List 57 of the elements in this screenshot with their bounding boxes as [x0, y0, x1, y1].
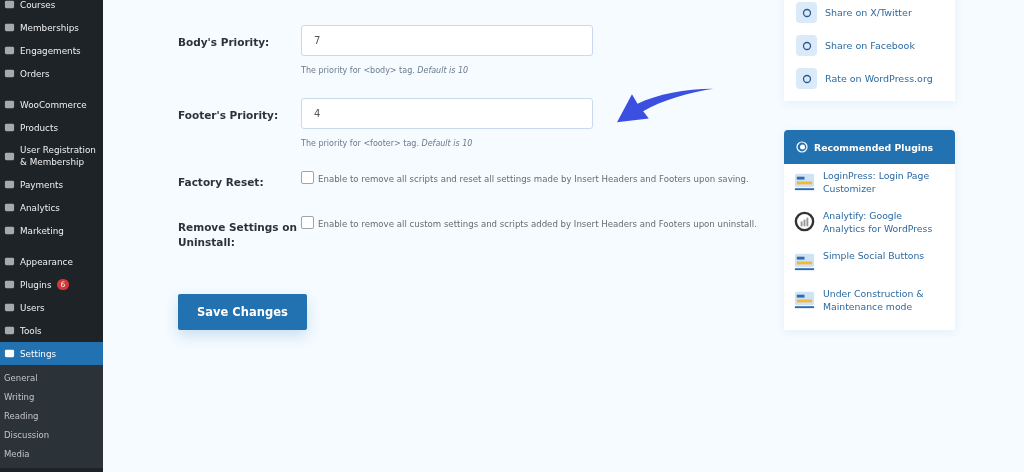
- checkbox[interactable]: [301, 171, 314, 184]
- sidebar-item[interactable]: User Registration & Membership: [0, 139, 103, 173]
- share-link[interactable]: Rate on WordPress.org: [796, 62, 943, 95]
- checkbox-description: Enable to remove all custom settings and scripts added by Insert Headers and Footers upon uninstall.: [301, 216, 771, 231]
- menu-icon: [4, 99, 15, 110]
- plugin-link[interactable]: LoginPress: Login Page Customizer: [784, 164, 955, 204]
- field-label: Factory Reset:: [178, 175, 265, 190]
- sidebar-item[interactable]: Users: [0, 296, 103, 319]
- sidebar-item[interactable]: Analytics: [0, 196, 103, 219]
- sidebar-item[interactable]: WooCommerce: [0, 93, 103, 116]
- field-label: Remove Settings on Uninstall:: [178, 220, 298, 250]
- menu-icon: [4, 68, 15, 79]
- sidebar-item[interactable]: Tools: [0, 319, 103, 342]
- menu-icon: [4, 202, 15, 213]
- sidebar-item[interactable]: Engagements: [0, 39, 103, 62]
- help-text: The priority for <footer> tag. Default is 10: [301, 139, 474, 148]
- plugin-link[interactable]: Simple Social Buttons: [784, 244, 955, 282]
- sidebar-item[interactable]: Products: [0, 116, 103, 139]
- menu-icon: [4, 302, 15, 313]
- sidebar-item[interactable]: Appearance: [0, 250, 103, 273]
- plugin-link[interactable]: Under Construction & Maintenance mode: [784, 282, 955, 322]
- share-link[interactable]: Share on Facebook: [796, 29, 943, 62]
- sidebar-item[interactable]: Payments: [0, 173, 103, 196]
- submenu-item[interactable]: Reading: [0, 407, 103, 426]
- input-field[interactable]: 7: [301, 25, 593, 56]
- help-text: The priority for <body> tag. Default is 10: [301, 66, 470, 75]
- menu-icon: [4, 122, 15, 133]
- menu-icon: [4, 22, 15, 33]
- menu-icon: [4, 325, 15, 336]
- sidebar-item[interactable]: Settings: [0, 342, 103, 365]
- menu-icon: [4, 45, 15, 56]
- save-button[interactable]: Save Changes: [178, 294, 307, 330]
- menu-icon: [4, 179, 15, 190]
- menu-icon: [4, 0, 15, 10]
- field-label: Footer's Priority:: [178, 108, 280, 123]
- chart-circle-icon: [793, 210, 816, 233]
- plugin-circle-icon: [796, 141, 808, 153]
- plugin-link[interactable]: Analytify: Google Analytics for WordPress: [784, 204, 955, 244]
- menu-icon: [4, 150, 15, 162]
- submenu-item[interactable]: Writing: [0, 388, 103, 407]
- sidebar-item[interactable]: Courses: [0, 0, 103, 16]
- submenu-item[interactable]: Media: [0, 445, 103, 464]
- checkbox-description: Enable to remove all scripts and reset all settings made by Insert Headers and Footers upon saving.: [301, 171, 771, 186]
- sidebar-item[interactable]: Orders: [0, 62, 103, 85]
- submenu-item[interactable]: General: [0, 369, 103, 388]
- input-field[interactable]: 4: [301, 98, 593, 129]
- field-label: Body's Priority:: [178, 35, 271, 50]
- recommended-plugins-header: Recommended Plugins: [784, 130, 955, 164]
- menu-icon: [4, 225, 15, 236]
- submenu-item[interactable]: Discussion: [0, 426, 103, 445]
- share-link[interactable]: Share on X/Twitter: [796, 0, 943, 29]
- checkbox[interactable]: [301, 216, 314, 229]
- menu-icon: [4, 256, 15, 267]
- menu-icon: [4, 279, 15, 290]
- sidebar-item[interactable]: Marketing: [0, 219, 103, 242]
- sidebar-item[interactable]: Memberships: [0, 16, 103, 39]
- menu-icon: [4, 348, 15, 359]
